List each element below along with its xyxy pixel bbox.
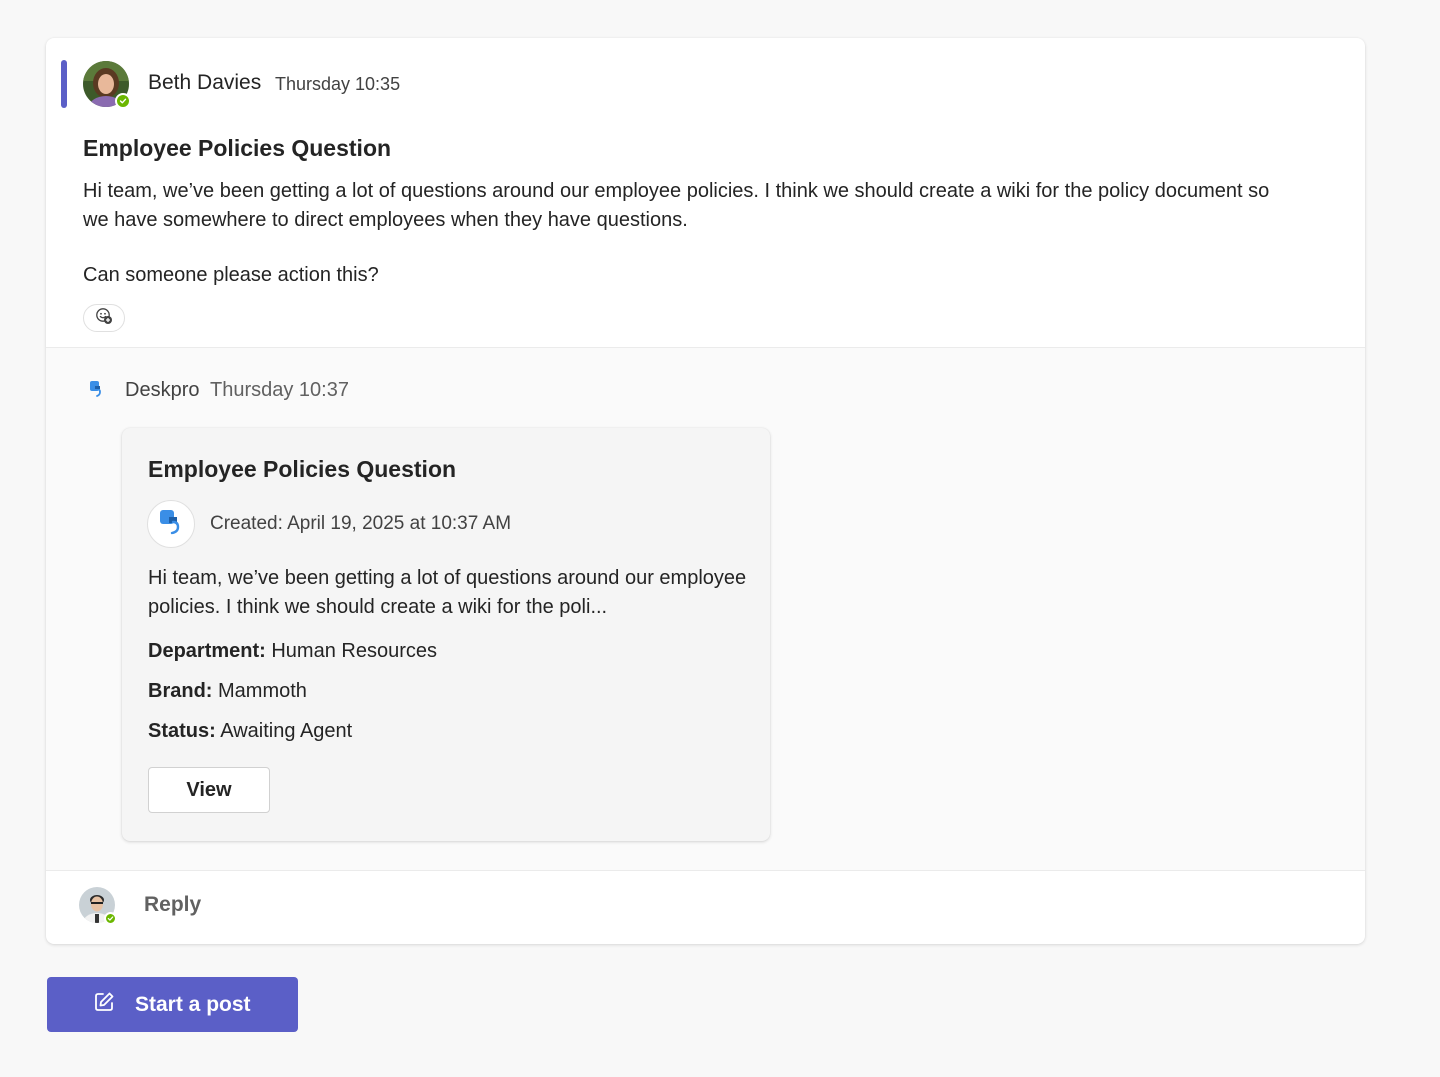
- emoji-add-icon: [95, 307, 113, 330]
- post-body-question: Can someone please action this?: [83, 264, 379, 286]
- field-label: Brand:: [148, 680, 213, 702]
- deskpro-logo-icon: [86, 378, 108, 400]
- start-post-button[interactable]: Start a post: [47, 977, 298, 1032]
- current-user-avatar[interactable]: [79, 887, 117, 925]
- card-field-brand: Brand: Mammoth: [148, 680, 307, 703]
- view-ticket-button[interactable]: View: [148, 767, 270, 813]
- field-label: Status:: [148, 720, 216, 742]
- bot-name[interactable]: Deskpro: [125, 379, 199, 402]
- card-logo: [147, 500, 195, 548]
- card-description: Hi team, we’ve been getting a lot of que…: [148, 567, 747, 618]
- field-label: Department:: [148, 640, 266, 662]
- channel-post: Beth Davies Thursday 10:35 Employee Poli…: [46, 38, 1365, 944]
- post-timestamp: Thursday 10:35: [275, 74, 401, 94]
- card-field-department: Department: Human Resources: [148, 640, 437, 663]
- presence-available-icon: [104, 912, 117, 925]
- start-post-label: Start a post: [135, 992, 251, 1016]
- bot-reply-timestamp: Thursday 10:37: [210, 379, 349, 401]
- presence-available-icon: [115, 93, 131, 109]
- author-avatar[interactable]: [83, 61, 131, 109]
- card-field-status: Status: Awaiting Agent: [148, 720, 352, 743]
- post-title: Employee Policies Question: [83, 135, 392, 161]
- author-name[interactable]: Beth Davies: [148, 71, 261, 95]
- card-title: Employee Policies Question: [148, 456, 457, 482]
- post-body: Hi team, we’ve been getting a lot of que…: [83, 180, 1270, 231]
- reply-button[interactable]: Reply: [144, 893, 201, 917]
- field-value: Mammoth: [218, 680, 307, 702]
- field-value: Awaiting Agent: [220, 720, 353, 742]
- post-accent-bar: [61, 60, 67, 108]
- deskpro-logo-icon: [157, 507, 185, 542]
- ticket-card: Employee Policies Question Created: Apri…: [122, 428, 770, 841]
- field-value: Human Resources: [271, 640, 437, 662]
- add-reaction-button[interactable]: [83, 304, 125, 332]
- reply-divider: [46, 870, 1365, 871]
- card-created-date: Created: April 19, 2025 at 10:37 AM: [210, 513, 512, 534]
- compose-icon: [93, 991, 115, 1019]
